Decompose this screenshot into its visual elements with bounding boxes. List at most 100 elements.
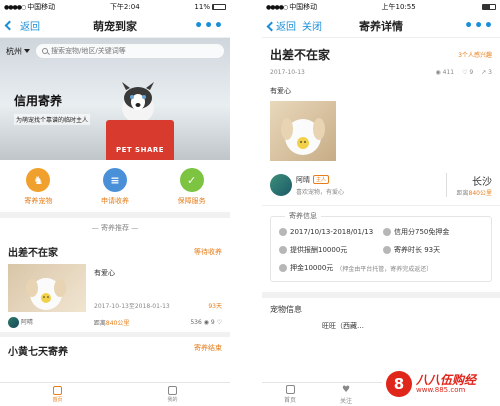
- cart-logo: PET SHARE: [115, 146, 165, 154]
- category-apply-adopt[interactable]: ≡ 申请收养: [85, 168, 145, 206]
- back-button[interactable]: 返回: [4, 18, 40, 33]
- card-date: 2017-10-13至2018-01-13: [94, 303, 170, 310]
- owner-row[interactable]: 阿晴 主人 喜欢宠物，有爱心 长沙 距离840公里: [262, 165, 500, 206]
- detail-header: 出差不在家 3个人感兴趣 2017-10-13 ◉ 411 ♡ 9 ↗ 3 有爱…: [262, 38, 500, 165]
- watermark: 8 八八伍购经 www.885.com: [382, 362, 500, 406]
- clock: 下午2:04: [109, 3, 140, 11]
- owner-note: 喜欢宠物，有爱心: [296, 188, 345, 196]
- tab-home[interactable]: 首页: [262, 385, 318, 404]
- battery-icon: [211, 4, 226, 10]
- right-phone-screen: ●●●●○ 中国移动 上午10:55 返回 关闭 寄养详情 ••• 出差不在家 3…: [262, 0, 500, 406]
- search-bar[interactable]: [36, 44, 224, 58]
- view-count: 536: [190, 319, 202, 326]
- watermark-text: 八八伍购经: [416, 373, 477, 387]
- like-count: 9: [210, 319, 215, 326]
- deposit: 押金10000元: [290, 264, 334, 272]
- credit-icon: [383, 228, 391, 236]
- category-foster-pet[interactable]: ♞ 寄养宠物: [8, 168, 68, 206]
- deposit-note: （押金由平台托管，寄养完成返还）: [336, 265, 433, 273]
- tab-home[interactable]: 首页: [52, 386, 63, 403]
- detail-title: 出差不在家: [270, 48, 331, 62]
- puppy-image: [26, 278, 66, 310]
- more-button[interactable]: •••: [464, 18, 494, 34]
- list-item[interactable]: 小黄七天寄养 寄养结束: [0, 337, 230, 364]
- carrier: 中国移动: [289, 3, 318, 11]
- pet-thumbnail: [8, 264, 86, 312]
- home-icon: [285, 385, 295, 394]
- user-icon: [167, 386, 177, 395]
- distance: 距离840公里: [456, 190, 492, 197]
- battery-icon: [482, 4, 496, 10]
- puppy-image: [281, 118, 325, 155]
- foster-period: 2017/10/13-2018/01/13: [290, 228, 374, 236]
- category-guarantee[interactable]: ✓ 保障服务: [162, 168, 222, 206]
- back-button[interactable]: 返回: [266, 18, 296, 33]
- status-bar: ●●●●○ 中国移动 上午10:55: [262, 0, 500, 14]
- watermark-url: www.885.com: [416, 386, 466, 394]
- tab-mine[interactable]: 我的: [167, 386, 178, 403]
- share-icon: ↗: [481, 69, 487, 76]
- list-item[interactable]: 出差不在家 等待收养 有爱心 2017-10-13至2018-01-13 93天: [0, 238, 230, 337]
- card-days: 93天: [208, 303, 222, 310]
- status-badge: 寄养结束: [194, 344, 222, 352]
- owner-name: 阿晴: [296, 175, 310, 184]
- credit-score: 信用分750免押金: [394, 228, 450, 236]
- nav-bar: 返回 萌宠到家 •••: [0, 14, 230, 38]
- close-button[interactable]: 关闭: [302, 18, 322, 33]
- share-button[interactable]: ↗ 3: [481, 69, 492, 76]
- battery-percent: 11%: [194, 3, 210, 11]
- pet-icon: ♞: [26, 168, 51, 192]
- search-input[interactable]: [51, 47, 218, 55]
- owner-tag: 主人: [313, 175, 330, 184]
- money-icon: [279, 246, 287, 254]
- info-label: 寄养信息: [285, 211, 321, 221]
- eye-icon: ◉: [203, 319, 209, 326]
- post-date: 2017-10-13: [270, 69, 305, 76]
- interest-count: 3个人感兴趣: [458, 52, 492, 59]
- status-bar: ●●●●○ 中国移动 下午2:04 11%: [0, 0, 230, 14]
- pet-info-heading: 宠物信息: [262, 292, 500, 321]
- detail-description: 有爱心: [270, 87, 291, 95]
- owner-name: 阿晴: [20, 319, 33, 326]
- shopping-cart-image: PET SHARE: [106, 120, 174, 160]
- heart-icon: ♡: [462, 69, 468, 76]
- city-selector[interactable]: 杭州: [6, 46, 30, 57]
- tab-follow[interactable]: ♥ 关注: [318, 385, 374, 405]
- left-phone-screen: ●●●●○中国移动 下午2:04 11% 返回 萌宠到家 ••• 杭州 信用寄养…: [0, 0, 230, 406]
- eye-icon: ◉: [435, 69, 441, 76]
- card-title: 小黄七天寄养: [8, 347, 68, 358]
- caret-down-icon: [24, 49, 30, 53]
- pet-name-preview: 旺旺（西藏…: [322, 322, 364, 330]
- shield-check-icon: ✓: [179, 168, 204, 192]
- like-button[interactable]: ♡ 9: [462, 69, 473, 76]
- foster-duration: 寄养时长 93天: [394, 246, 441, 254]
- document-icon: ≡: [102, 168, 127, 192]
- clock-icon: [279, 228, 287, 236]
- banner-title: 信用寄养: [14, 94, 63, 108]
- foster-info-box: 寄养信息 2017/10/13-2018/01/13 信用分750免押金 提供报…: [270, 211, 492, 282]
- avatar: [270, 174, 292, 196]
- chevron-left-icon: [266, 21, 277, 32]
- nav-bar: 返回 关闭 寄养详情 •••: [262, 14, 500, 38]
- signal-icon: ●●●●○: [266, 3, 288, 11]
- distance: 距离840公里: [93, 320, 130, 327]
- category-row: ♞ 寄养宠物 ≡ 申请收养 ✓ 保障服务: [0, 160, 230, 218]
- status-badge: 等待收养: [194, 247, 222, 256]
- home-icon: [52, 386, 62, 395]
- more-button[interactable]: •••: [194, 18, 224, 34]
- carrier: 中国移动: [27, 3, 56, 11]
- clock: 上午10:55: [381, 3, 416, 11]
- banner[interactable]: 杭州 信用寄养 为萌宠找个靠谱的临时主人 PET SHARE: [0, 38, 230, 160]
- search-icon: [42, 48, 48, 54]
- reward: 提供报酬10000元: [290, 246, 348, 254]
- owner-city: 长沙: [472, 177, 492, 188]
- section-heading: — 寄养推荐 —: [91, 224, 139, 232]
- tab-bar: 首页 我的: [0, 382, 230, 406]
- timer-icon: [383, 246, 391, 254]
- view-count: 411: [442, 69, 455, 76]
- banner-subtitle: 为萌宠找个靠谱的临时主人: [14, 114, 91, 125]
- heart-icon[interactable]: ♡: [217, 319, 222, 326]
- pet-photo[interactable]: [270, 101, 336, 161]
- heart-icon: ♥: [341, 384, 351, 395]
- chevron-left-icon: [4, 20, 15, 31]
